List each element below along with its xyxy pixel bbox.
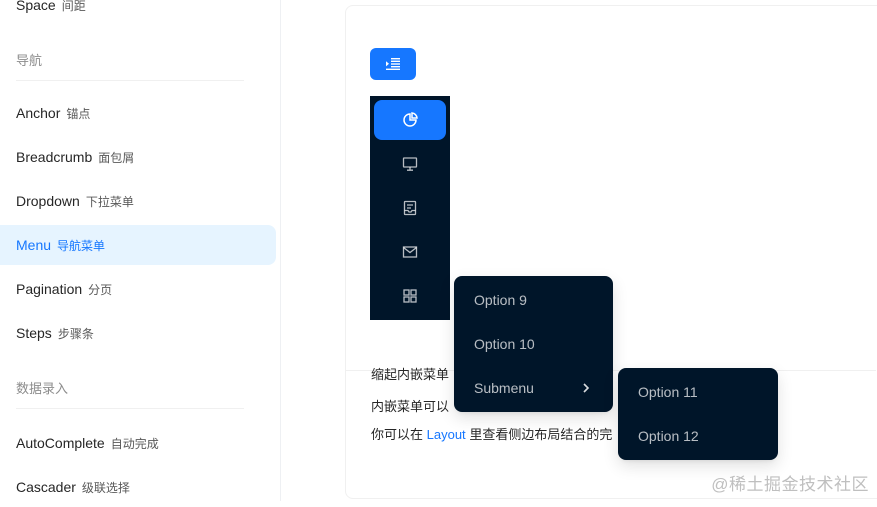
appstore-icon (402, 288, 418, 304)
sidebar-item-sublabel: 步骤条 (58, 325, 94, 342)
submenu-label: Submenu (474, 380, 534, 396)
toggle-collapsed-button[interactable] (370, 48, 416, 80)
sidebar-item-cascader[interactable]: Cascader 级联选择 (0, 467, 276, 507)
sidebar-divider (16, 408, 244, 409)
description-prefix: 你可以在 (371, 427, 423, 442)
sidebar-item-label: Anchor (16, 105, 60, 121)
sidebar: Space 间距 导航 Anchor 锚点 Breadcrumb 面包屑 Dro… (0, 0, 281, 501)
sidebar-group-nav: 导航 (16, 50, 42, 69)
sidebar-item-sublabel: 间距 (62, 0, 86, 14)
layout-link[interactable]: Layout (427, 427, 466, 442)
desktop-icon (402, 156, 418, 172)
menu-item-option-10[interactable]: Option 10 (458, 324, 609, 364)
submenu-popup: Option 9 Option 10 Submenu (454, 276, 613, 412)
chevron-right-icon (581, 382, 591, 394)
sidebar-item-sublabel: 自动完成 (111, 435, 159, 452)
sidebar-group-data-entry: 数据录入 (16, 378, 68, 397)
mail-icon (402, 244, 418, 260)
nested-submenu-popup: Option 11 Option 12 (618, 368, 778, 460)
sidebar-item-sublabel: 导航菜单 (57, 237, 105, 254)
demo-description-1: 内嵌菜单可以 (371, 396, 449, 415)
sidebar-item-sublabel: 分页 (88, 281, 112, 298)
sidebar-item-anchor[interactable]: Anchor 锚点 (0, 93, 276, 133)
submenu-trigger[interactable]: Submenu (458, 368, 609, 408)
sidebar-item-dropdown[interactable]: Dropdown 下拉菜单 (0, 181, 276, 221)
sidebar-divider (16, 80, 244, 81)
menu-item-2[interactable] (374, 144, 446, 184)
demo-title: 缩起内嵌菜单 (371, 364, 449, 383)
sidebar-item-menu[interactable]: Menu 导航菜单 (0, 225, 276, 265)
menu-item-5[interactable] (374, 276, 446, 316)
pie-chart-icon (402, 112, 418, 128)
collapsed-inline-menu (370, 96, 450, 320)
sidebar-item-sublabel: 下拉菜单 (86, 193, 134, 210)
sidebar-item-label: Breadcrumb (16, 149, 92, 165)
menu-item-option-12[interactable]: Option 12 (622, 416, 774, 456)
sidebar-item-sublabel: 面包屑 (98, 149, 134, 166)
container-icon (402, 200, 418, 216)
sidebar-item-label: AutoComplete (16, 435, 105, 451)
sidebar-item-label: Pagination (16, 281, 82, 297)
menu-item-option-9[interactable]: Option 9 (458, 280, 609, 320)
menu-item-option-11[interactable]: Option 11 (622, 372, 774, 412)
sidebar-item-label: Steps (16, 325, 52, 341)
sidebar-item-label: Dropdown (16, 193, 80, 209)
sidebar-item-pagination[interactable]: Pagination 分页 (0, 269, 276, 309)
sidebar-item-sublabel: 级联选择 (82, 479, 130, 496)
sidebar-item-sublabel: 锚点 (66, 105, 90, 122)
menu-item-4[interactable] (374, 232, 446, 272)
sidebar-item-label: Cascader (16, 479, 76, 495)
description-suffix: 里查看侧边布局结合的完 (469, 427, 612, 442)
sidebar-item-label: Space (16, 0, 56, 13)
sidebar-item-space[interactable]: Space 间距 (0, 0, 276, 25)
sidebar-item-autocomplete[interactable]: AutoComplete 自动完成 (0, 423, 276, 463)
menu-unfold-icon (386, 57, 400, 71)
watermark: @稀土掘金技术社区 (711, 470, 869, 495)
sidebar-item-steps[interactable]: Steps 步骤条 (0, 313, 276, 353)
sidebar-item-breadcrumb[interactable]: Breadcrumb 面包屑 (0, 137, 276, 177)
sidebar-item-label: Menu (16, 237, 51, 253)
menu-item-3[interactable] (374, 188, 446, 228)
demo-description-2: 你可以在 Layout 里查看侧边布局结合的完 (371, 424, 612, 443)
menu-item-1[interactable] (374, 100, 446, 140)
